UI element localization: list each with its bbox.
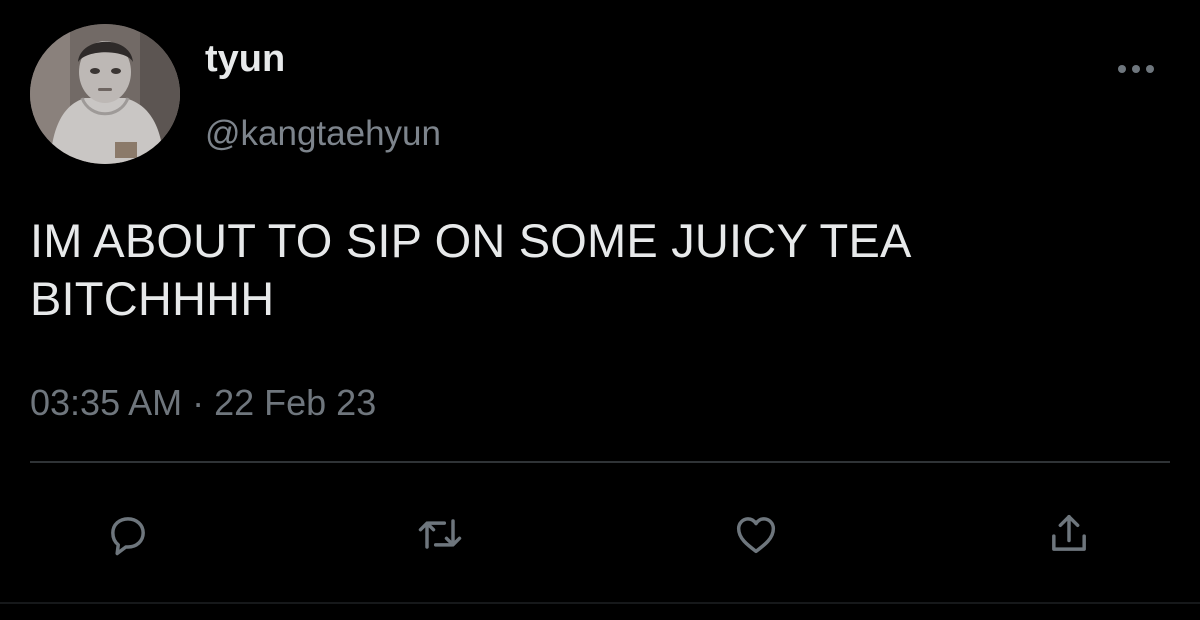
avatar-photo [30,24,180,164]
tweet-text: IM ABOUT TO SIP ON SOME JUICY TEA BITCHH… [30,212,1160,328]
like-button[interactable] [728,506,784,562]
reply-button[interactable] [100,506,156,562]
more-dots-icon [1118,65,1154,73]
username-handle[interactable]: @kangtaehyun [205,116,441,151]
display-name[interactable]: tyun [205,40,285,78]
share-icon [1052,514,1086,551]
reply-icon [111,517,145,556]
retweet-button[interactable] [412,506,468,562]
heart-icon [736,517,776,554]
retweet-icon [418,519,462,549]
tweet-timestamp[interactable]: 03:35 AM · 22 Feb 23 [30,385,376,421]
more-options-button[interactable] [1112,55,1160,83]
tweet-text-line: BITCHHHH [30,272,275,325]
bottom-divider [0,602,1200,604]
divider [30,461,1170,463]
tweet-text-line: IM ABOUT TO SIP ON SOME JUICY TEA [30,214,912,267]
avatar[interactable] [30,24,180,164]
share-button[interactable] [1041,506,1097,562]
